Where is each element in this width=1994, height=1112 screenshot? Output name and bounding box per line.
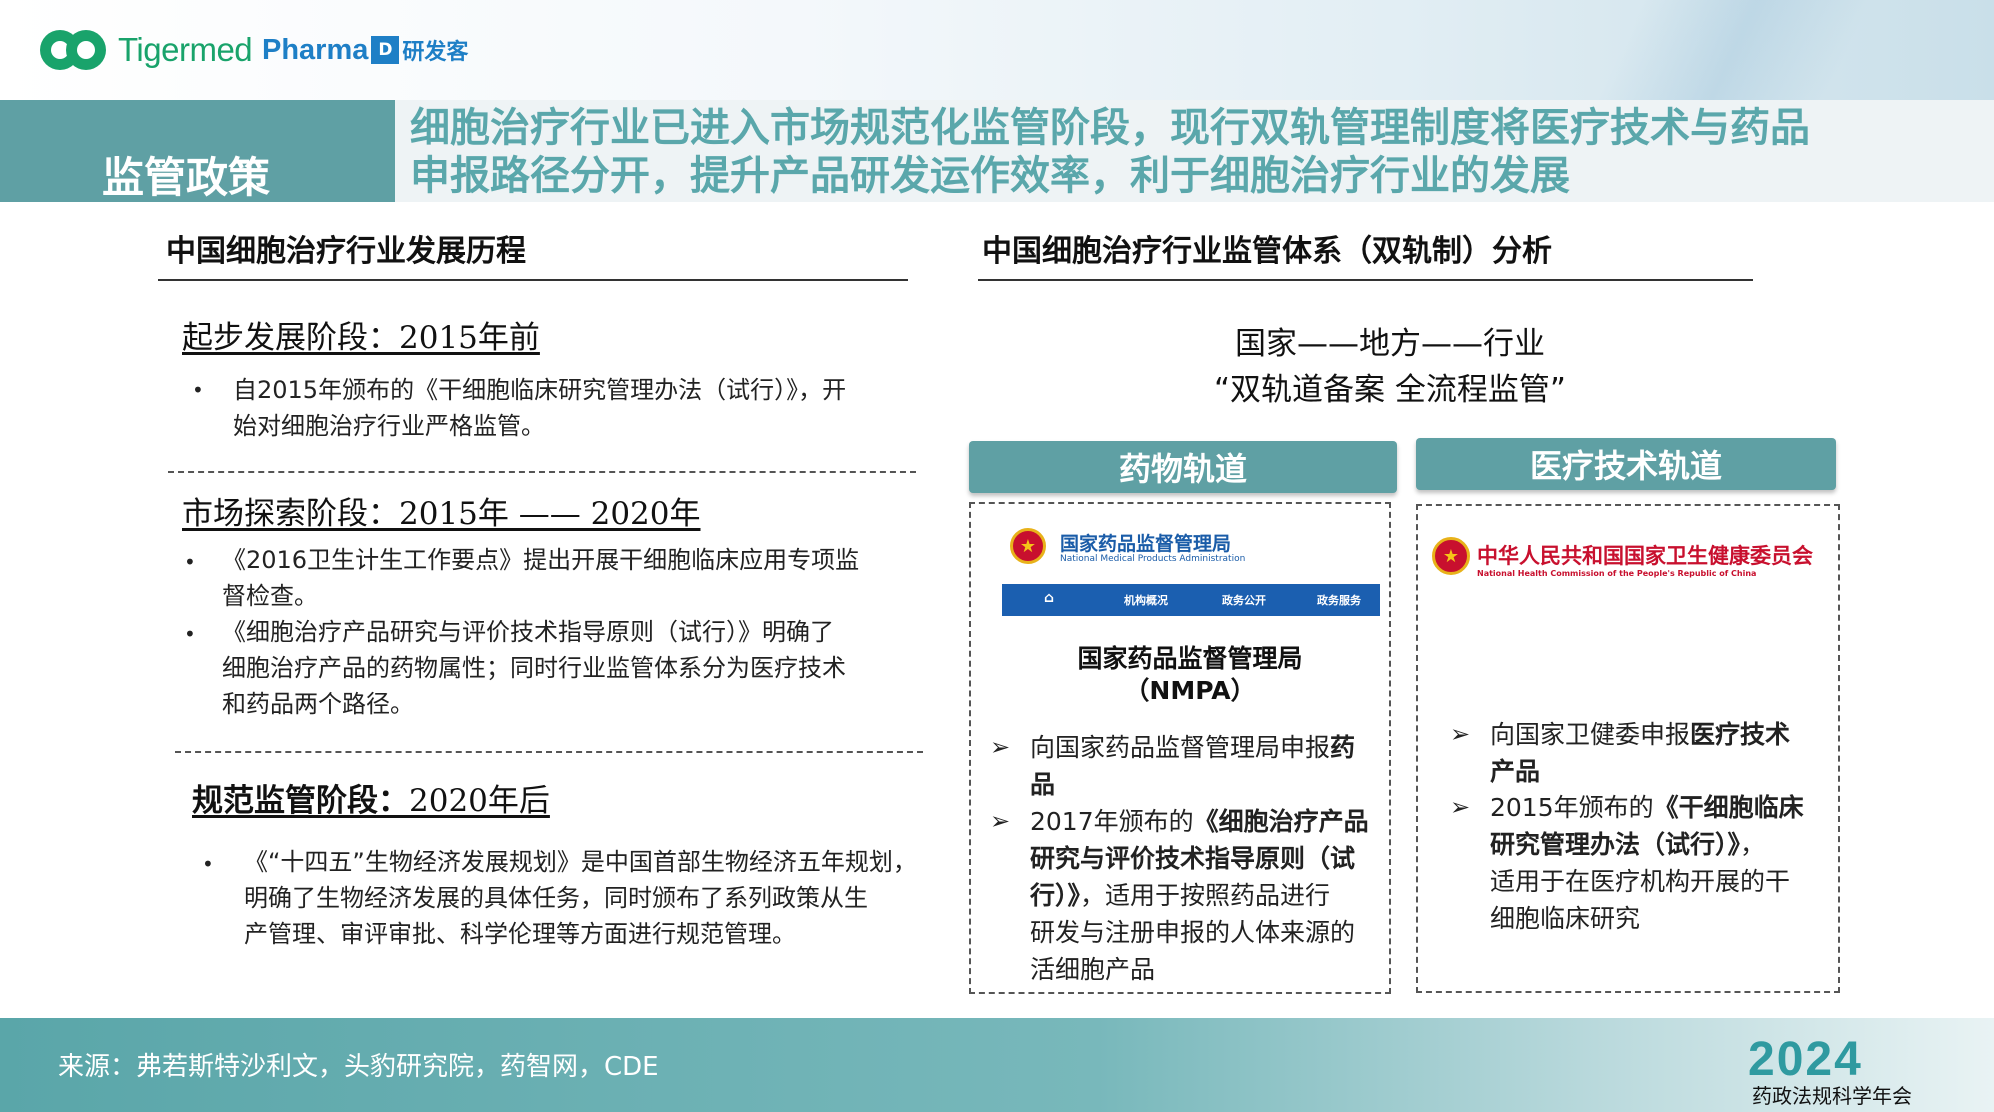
stage-1-text: 自2015年颁布的《干细胞临床研究管理办法（试行）》，开 始对细胞治疗行业严格监… [233,376,847,440]
arrow-bullet-icon: ➢ [990,807,1011,835]
stage-1-bullet-icon: • [192,378,204,402]
national-emblem-icon: ★ [1432,537,1470,575]
stage-2-text-1: 《2016卫生计生工作要点》提出开展干细胞临床应用专项监 督检查。 [222,546,860,610]
slide-title-line-2: 申报路径分开，提升产品研发运作效率，利于细胞治疗行业的发展 [410,153,1570,199]
conference-name: 药政法规科学年会 [1752,1084,1912,1108]
tigermed-logo-text: Tigermed [118,31,253,68]
arrow-bullet-icon: ➢ [990,733,1011,761]
header-decoration [1474,0,1994,100]
source-note: 来源：弗若斯特沙利文，头豹研究院，药智网，CDE [58,1052,659,1082]
pharma-logo-box: D [371,36,400,64]
stage-2-title: 市场探索阶段：2015年 —— 2020年 [182,496,701,532]
slogan-line-1: 国家——地方——行业 [1235,326,1545,362]
tigermed-logo: Tigermed [40,26,253,74]
national-emblem-icon: ★ [1010,528,1046,564]
nmpa-navbar: ⌂ 机构概况 政务公开 政务服务 [1002,584,1380,616]
section-tag: 监管政策 [0,100,395,202]
stage-3-title: 规范监管阶段：2020年后 [192,783,550,819]
nhc-logo-en: National Health Commission of the People… [1477,569,1757,578]
arrow-bullet-icon: ➢ [1450,720,1471,748]
stage-2-bullet-icon-2: • [184,622,196,646]
left-heading: 中国细胞治疗行业发展历程 [166,234,526,269]
slide-title: 细胞治疗行业已进入市场规范化监管阶段，现行双轨管理制度将医疗技术与药品 申报路径… [410,104,1980,200]
nav-item-1: 机构概况 [1124,594,1168,607]
pharma-logo-word: Pharma [262,33,369,66]
nmpa-agency-name: 国家药品监督管理局 （NMPA） [1077,644,1303,705]
home-icon: ⌂ [1044,590,1055,606]
pharmad-logo: Pharma D 研发客 [262,30,468,70]
drug-track-point-1: 向国家药品监督管理局申报药 品 [1030,733,1356,799]
drug-track-point-2: 2017年颁布的《细胞治疗产品 研究与评价技术指导原则（试 行）》，适用于按照药… [1030,807,1369,984]
stage-3-text: 《“十四五”生物经济发展规划》是中国首部生物经济五年规划， 明确了生物经济发展的… [244,848,917,948]
nav-item-2: 政务公开 [1222,594,1266,607]
stage-divider-1 [168,471,916,473]
right-heading-rule [978,279,1753,281]
tigermed-logo-mark-icon [40,28,106,72]
stage-divider-2 [175,751,923,753]
nmpa-logo-en: National Medical Products Administration [1060,554,1246,564]
stage-2-bullet-icon-1: • [184,550,196,574]
conference-year: 2024 [1748,1033,1863,1086]
stage-2-text-2: 《细胞治疗产品研究与评价技术指导原则（试行）》明确了 细胞治疗产品的药物属性；同… [222,618,846,718]
nmpa-logo-cn: 国家药品监督管理局 [1060,533,1232,555]
slide-title-line-1: 细胞治疗行业已进入市场规范化监管阶段，现行双轨管理制度将医疗技术与药品 [410,105,1810,151]
nav-item-3: 政务服务 [1317,594,1361,607]
slogan-line-2: “双轨道备案 全流程监管” [1214,372,1566,408]
drug-track-header: 药物轨道 [969,441,1397,493]
med-track-point-2: 2015年颁布的《干细胞临床 研究管理办法（试行）》， 适用于在医疗机构开展的干… [1490,793,1804,933]
med-track-point-1: 向国家卫健委申报医疗技术 产品 [1490,720,1791,786]
med-track-header: 医疗技术轨道 [1416,438,1836,490]
nhc-logo-cn: 中华人民共和国国家卫生健康委员会 [1477,544,1813,568]
stage-3-bullet-icon: • [202,852,214,876]
left-heading-rule [158,279,908,281]
right-heading: 中国细胞治疗行业监管体系（双轨制）分析 [982,234,1552,269]
stage-1-title: 起步发展阶段：2015年前 [182,320,540,356]
arrow-bullet-icon: ➢ [1450,793,1471,821]
pharma-logo-cn: 研发客 [402,40,469,65]
section-tag-label: 监管政策 [102,153,271,202]
